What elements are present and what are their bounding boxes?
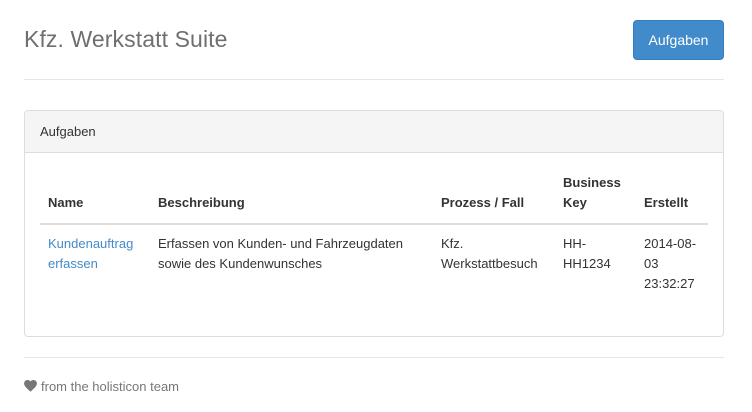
task-business-key-cell: HH-HH1234 xyxy=(563,236,611,271)
page: Kfz. Werkstatt Suite Aufgaben Aufgaben N… xyxy=(0,0,752,412)
table-header-row: Name Beschreibung Prozess / Fall Busines… xyxy=(40,173,708,225)
app-title: Kfz. Werkstatt Suite xyxy=(24,26,228,52)
table-row: Kundenauftrag erfassen Erfassen von Kund… xyxy=(40,224,708,302)
tasks-table: Name Beschreibung Prozess / Fall Busines… xyxy=(40,173,708,302)
column-header-created: Erstellt xyxy=(636,173,708,225)
task-name-link[interactable]: Kundenauftrag erfassen xyxy=(48,236,133,271)
heart-icon xyxy=(24,380,37,392)
column-header-business-key: Business Key xyxy=(555,173,636,225)
column-header-description: Beschreibung xyxy=(150,173,433,225)
panel-heading: Aufgaben xyxy=(25,111,723,153)
column-header-process: Prozess / Fall xyxy=(433,173,555,225)
footer: from the holisticon team xyxy=(24,378,179,396)
task-description-cell: Erfassen von Kunden- und Fahrzeugdaten s… xyxy=(158,236,404,271)
task-name-cell: Kundenauftrag erfassen xyxy=(40,224,150,302)
footer-text: from the holisticon team xyxy=(41,379,180,394)
task-process-cell: Kfz. Werkstattbesuch xyxy=(441,236,538,271)
task-created-cell: 2014-08-03 23:32:27 xyxy=(644,236,697,291)
page-header: Kfz. Werkstatt Suite Aufgaben xyxy=(24,0,724,80)
tasks-button[interactable]: Aufgaben xyxy=(633,20,724,60)
header-divider xyxy=(24,79,724,80)
column-header-name: Name xyxy=(40,173,150,225)
footer-divider xyxy=(24,357,724,358)
tasks-panel: Aufgaben Name Beschreibung Prozess / Fal… xyxy=(24,110,724,337)
